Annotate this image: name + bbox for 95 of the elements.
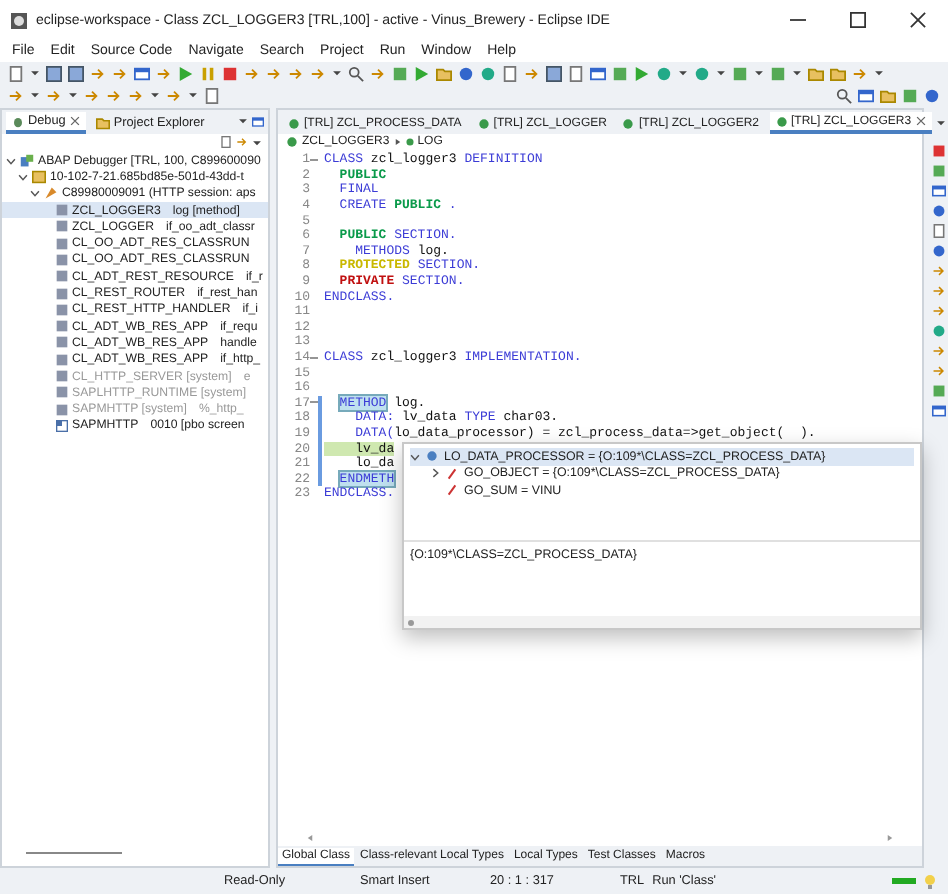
caret-icon[interactable] <box>678 68 688 78</box>
document-icon[interactable] <box>932 224 946 238</box>
stop-icon[interactable] <box>222 65 238 81</box>
expand-toggle-icon[interactable] <box>30 188 40 199</box>
class-icon <box>775 115 788 127</box>
circle-icon[interactable] <box>932 244 946 258</box>
square-icon[interactable] <box>612 65 628 81</box>
memory-indicator <box>892 878 916 884</box>
circle-icon[interactable] <box>924 87 940 103</box>
circle-icon[interactable] <box>932 204 946 218</box>
arrow-icon[interactable] <box>288 65 304 81</box>
document-icon[interactable] <box>502 65 518 81</box>
class-icon <box>477 117 490 129</box>
window-icon[interactable] <box>858 87 874 103</box>
square-icon[interactable] <box>902 87 918 103</box>
circle-icon[interactable] <box>480 65 496 81</box>
window-icon[interactable] <box>932 184 946 198</box>
caret-icon[interactable] <box>332 68 342 78</box>
document-icon[interactable] <box>220 136 232 148</box>
chevron-icon <box>393 138 402 146</box>
arrow-icon[interactable] <box>524 65 540 81</box>
arrow-icon[interactable] <box>266 65 282 81</box>
arrow-icon[interactable] <box>932 304 946 318</box>
search-icon[interactable] <box>348 65 364 81</box>
lightbulb-icon[interactable] <box>924 873 936 889</box>
scroll-right-icon[interactable] <box>886 834 894 842</box>
arrow-icon[interactable] <box>236 136 248 148</box>
square-icon[interactable] <box>732 65 748 81</box>
caret-icon[interactable] <box>792 68 802 78</box>
arrow-icon[interactable] <box>8 87 24 103</box>
arrow-icon[interactable] <box>852 65 868 81</box>
caret-icon[interactable] <box>935 117 946 127</box>
arrow-icon[interactable] <box>310 65 326 81</box>
arrow-icon[interactable] <box>932 284 946 298</box>
square-icon[interactable] <box>392 65 408 81</box>
arrow-icon[interactable] <box>128 87 144 103</box>
arrow-icon[interactable] <box>112 65 128 81</box>
arrow-icon[interactable] <box>932 344 946 358</box>
circle-icon[interactable] <box>932 324 946 338</box>
expand-toggle-icon[interactable] <box>410 451 420 462</box>
arrow-icon[interactable] <box>156 65 172 81</box>
arrow-icon[interactable] <box>932 364 946 378</box>
thread-icon <box>32 169 46 184</box>
arrow-icon[interactable] <box>90 65 106 81</box>
caret-icon[interactable] <box>68 90 78 100</box>
close-icon <box>910 12 926 28</box>
window-icon[interactable] <box>134 65 150 81</box>
caret-icon[interactable] <box>874 68 884 78</box>
search-icon[interactable] <box>836 87 852 103</box>
stop-icon[interactable] <box>932 144 946 158</box>
session-icon <box>44 186 58 201</box>
circle-icon[interactable] <box>656 65 672 81</box>
expand-toggle-icon[interactable] <box>6 155 16 166</box>
maximize-icon <box>850 12 866 28</box>
square-icon[interactable] <box>770 65 786 81</box>
document-icon[interactable] <box>8 65 24 81</box>
circle-icon[interactable] <box>694 65 710 81</box>
expand-toggle-icon[interactable] <box>430 468 440 479</box>
document-icon[interactable] <box>204 87 220 103</box>
expand-toggle-icon[interactable] <box>18 171 28 182</box>
window-icon[interactable] <box>252 116 264 128</box>
arrow-icon[interactable] <box>106 87 122 103</box>
caret-icon[interactable] <box>754 68 764 78</box>
caret-icon[interactable] <box>716 68 726 78</box>
square-icon[interactable] <box>932 164 946 178</box>
close-icon[interactable] <box>915 116 926 126</box>
arrow-icon[interactable] <box>244 65 260 81</box>
app-icon <box>10 11 28 29</box>
class-icon <box>622 117 635 129</box>
pause-icon[interactable] <box>200 65 216 81</box>
method-icon <box>405 138 414 146</box>
arrow-icon[interactable] <box>932 264 946 278</box>
arrow-icon[interactable] <box>166 87 182 103</box>
fold-icon[interactable] <box>310 398 318 407</box>
object-icon <box>426 450 438 463</box>
document-icon[interactable] <box>568 65 584 81</box>
folder-icon <box>95 116 110 130</box>
debugger-icon <box>20 153 34 168</box>
arrow-icon[interactable] <box>370 65 386 81</box>
bug-icon <box>12 115 24 127</box>
close-icon[interactable] <box>69 116 80 126</box>
caret-icon[interactable] <box>188 90 198 100</box>
window-icon[interactable] <box>590 65 606 81</box>
circle-icon[interactable] <box>458 65 474 81</box>
square-icon[interactable] <box>932 384 946 398</box>
caret-icon[interactable] <box>30 90 40 100</box>
scroll-left-icon[interactable] <box>306 834 314 842</box>
folder-icon[interactable] <box>880 87 896 103</box>
screen-icon <box>56 419 68 432</box>
arrow-icon[interactable] <box>84 87 100 103</box>
window-icon[interactable] <box>932 404 946 418</box>
caret-icon[interactable] <box>238 116 248 126</box>
caret-icon[interactable] <box>30 68 40 78</box>
arrow-icon[interactable] <box>46 87 62 103</box>
caret-icon[interactable] <box>150 90 160 100</box>
